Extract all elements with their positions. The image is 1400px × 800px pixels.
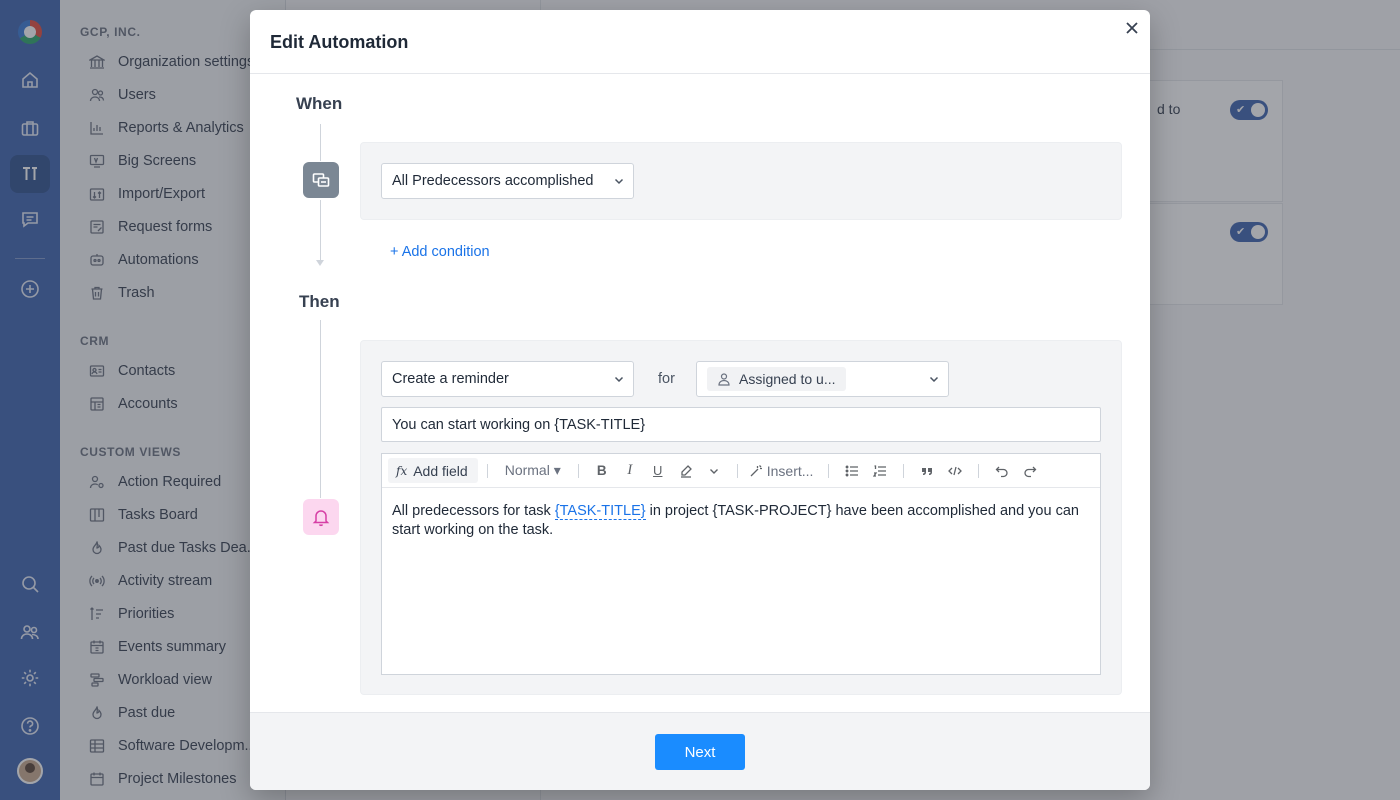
modal-footer: Next — [250, 712, 1150, 790]
next-button[interactable]: Next — [655, 734, 745, 770]
reminder-body-text[interactable]: All predecessors for task {TASK-TITLE} i… — [392, 502, 1092, 540]
reminder-badge — [303, 499, 339, 535]
toolbar-separator — [736, 463, 738, 478]
trigger-icon — [312, 173, 330, 187]
reminder-subject-input[interactable] — [381, 407, 1101, 442]
toolbar-separator — [577, 463, 579, 478]
trigger-select[interactable]: All Predecessors accomplished — [381, 163, 634, 199]
highlight-pen-icon[interactable] — [674, 459, 698, 483]
text-style-select[interactable]: Normal ▾ — [499, 459, 567, 483]
modal-title: Edit Automation — [270, 32, 409, 52]
chevron-down-icon — [614, 178, 624, 185]
flow-arrow — [316, 260, 324, 266]
edit-automation-modal: Edit Automation When All Predecessors ac… — [250, 10, 1150, 790]
close-icon[interactable] — [1122, 18, 1142, 38]
add-field-button[interactable]: fx Add field — [388, 458, 478, 483]
code-icon[interactable] — [943, 459, 967, 483]
modal-header: Edit Automation — [250, 10, 1150, 74]
assignee-chip[interactable]: Assigned to u... — [707, 367, 846, 391]
body-text-part: All predecessors for task — [392, 503, 555, 519]
undo-icon[interactable] — [990, 459, 1014, 483]
redo-icon[interactable] — [1018, 459, 1042, 483]
chevron-down-icon[interactable] — [702, 459, 726, 483]
flow-line — [320, 200, 321, 260]
blockquote-icon[interactable] — [915, 459, 939, 483]
insert-button[interactable]: Insert... — [749, 459, 818, 483]
underline-button[interactable]: U — [646, 459, 670, 483]
numbered-list-icon[interactable] — [868, 459, 892, 483]
toolbar-separator — [486, 463, 488, 478]
magic-wand-icon — [750, 464, 762, 476]
trigger-panel: All Predecessors accomplished — [360, 142, 1122, 220]
action-select-value: Create a reminder — [392, 371, 509, 387]
chevron-down-icon — [614, 376, 624, 383]
bold-button[interactable]: B — [590, 459, 614, 483]
for-label: for — [658, 371, 675, 387]
function-icon: fx — [396, 463, 408, 478]
add-condition-link[interactable]: + Add condition — [390, 244, 490, 260]
bell-icon — [312, 510, 330, 527]
action-panel: Create a reminder for Assigned to u... f… — [360, 340, 1122, 695]
toolbar-separator — [903, 463, 905, 478]
toolbar-separator — [828, 463, 830, 478]
assignee-select[interactable]: Assigned to u... — [696, 361, 949, 397]
flow-line — [320, 320, 321, 498]
assignee-chip-label: Assigned to u... — [739, 371, 836, 387]
toolbar-separator — [978, 463, 980, 478]
bullet-list-icon[interactable] — [840, 459, 864, 483]
add-field-label: Add field — [413, 462, 468, 479]
chevron-down-icon — [929, 376, 939, 383]
then-label: Then — [299, 292, 340, 311]
action-select[interactable]: Create a reminder — [381, 361, 634, 397]
trigger-select-value: All Predecessors accomplished — [392, 173, 594, 189]
trigger-badge — [303, 162, 339, 198]
editor-toolbar: fx Add field Normal ▾ B I U Insert... — [382, 454, 1100, 488]
italic-button[interactable]: I — [618, 459, 642, 483]
reminder-body-editor[interactable]: fx Add field Normal ▾ B I U Insert... Al… — [381, 453, 1101, 675]
insert-label: Insert... — [766, 462, 814, 479]
user-icon — [718, 373, 730, 386]
modal-body: When All Predecessors accomplished + Add… — [250, 74, 1150, 712]
when-label: When — [296, 94, 343, 113]
task-title-token[interactable]: {TASK-TITLE} — [554, 503, 646, 520]
flow-line — [320, 124, 321, 161]
